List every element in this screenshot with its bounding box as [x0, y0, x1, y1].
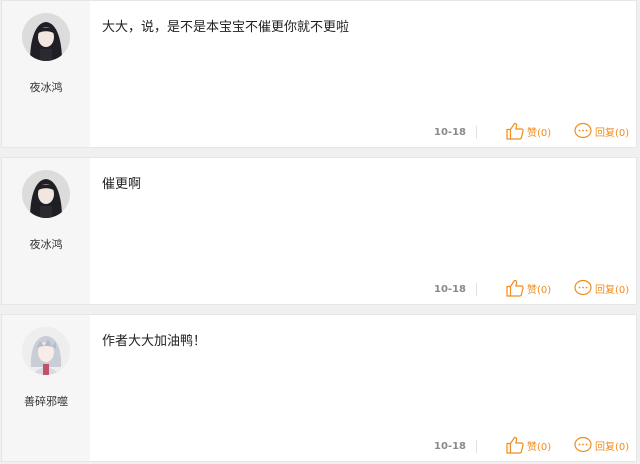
- divider: [476, 126, 477, 139]
- comment-text: 作者大大加油鸭！: [102, 334, 207, 349]
- like-count-label: 赞(0): [527, 441, 552, 453]
- dark-haired-avatar-icon: [22, 13, 70, 61]
- username[interactable]: 夜冰鸿: [2, 79, 90, 95]
- username[interactable]: 善碎邪噬: [2, 393, 90, 409]
- dark-haired-avatar-icon: [22, 170, 70, 218]
- comment-item: 善碎邪噬 作者大大加油鸭！ 10-18 赞(0) 回复(0): [1, 314, 637, 462]
- reply-count-label: 回复(0): [595, 284, 630, 296]
- like-button[interactable]: 赞(0): [505, 120, 551, 142]
- thumbs-up-icon: [505, 435, 525, 455]
- comment-user-column: 夜冰鸿: [2, 1, 90, 147]
- reply-count-label: 回复(0): [595, 441, 630, 453]
- thumbs-up-icon: [505, 278, 525, 298]
- like-button[interactable]: 赞(0): [505, 434, 551, 456]
- reply-button[interactable]: 回复(0): [573, 277, 629, 299]
- silver-haired-avatar-icon: [22, 327, 70, 375]
- comment-date: 10-18: [434, 284, 466, 295]
- comment-item: 夜冰鸿 大大，说，是不是本宝宝不催更你就不更啦 10-18 赞(0) 回复(0): [1, 0, 637, 148]
- divider: [476, 283, 477, 296]
- reply-button[interactable]: 回复(0): [573, 434, 629, 456]
- comment-user-column: 夜冰鸿: [2, 158, 90, 304]
- user-avatar[interactable]: [22, 327, 70, 375]
- like-button[interactable]: 赞(0): [505, 277, 551, 299]
- comment-text: 大大，说，是不是本宝宝不催更你就不更啦: [102, 20, 350, 35]
- speech-bubble-icon: [573, 121, 593, 141]
- user-avatar[interactable]: [22, 13, 70, 61]
- reply-count-label: 回复(0): [595, 127, 630, 139]
- comment-user-column: 善碎邪噬: [2, 315, 90, 461]
- speech-bubble-icon: [573, 278, 593, 298]
- comment-date: 10-18: [434, 441, 466, 452]
- comment-list: 夜冰鸿 大大，说，是不是本宝宝不催更你就不更啦 10-18 赞(0) 回复(0)…: [0, 0, 640, 464]
- like-count-label: 赞(0): [527, 284, 552, 296]
- comment-item: 夜冰鸿 催更啊 10-18 赞(0) 回复(0): [1, 157, 637, 305]
- divider: [476, 440, 477, 453]
- comment-text: 催更啊: [102, 177, 142, 192]
- comment-date: 10-18: [434, 127, 466, 138]
- thumbs-up-icon: [505, 121, 525, 141]
- like-count-label: 赞(0): [527, 127, 552, 139]
- username[interactable]: 夜冰鸿: [2, 236, 90, 252]
- user-avatar[interactable]: [22, 170, 70, 218]
- speech-bubble-icon: [573, 435, 593, 455]
- reply-button[interactable]: 回复(0): [573, 120, 629, 142]
